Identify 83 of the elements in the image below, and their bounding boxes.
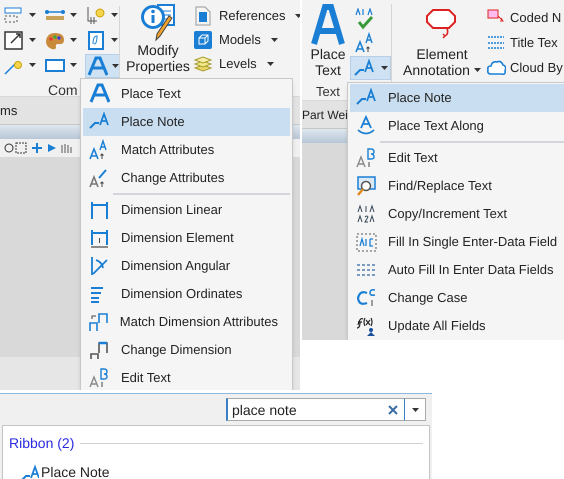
menu-item[interactable]: Place Note <box>83 108 290 136</box>
tab[interactable]: ms <box>0 100 18 124</box>
menu-item[interactable]: Edit Text <box>83 364 290 390</box>
result-item[interactable]: Place Note <box>3 462 110 479</box>
letter-arc-icon <box>355 115 377 137</box>
search-field[interactable]: place note <box>226 398 382 421</box>
leader-letter-icon <box>19 464 39 479</box>
caret-icon <box>112 64 119 68</box>
text-field-icon <box>355 231 377 253</box>
letters-icon <box>355 203 377 225</box>
letter-a-icon <box>311 4 345 46</box>
ribbon-button[interactable]: Title Tex <box>486 31 563 55</box>
menu-item[interactable]: Edit Text <box>350 144 564 172</box>
menu-item[interactable]: Match Attributes <box>83 136 290 164</box>
dimension-icon <box>88 227 110 249</box>
letters-icon <box>88 367 110 389</box>
text-style-dropdown[interactable] <box>85 54 120 78</box>
menu-item[interactable]: Place Text <box>83 80 290 108</box>
menu-item[interactable]: Dimension Linear <box>83 196 290 224</box>
modify-properties-button[interactable]: Modify Properties <box>122 2 194 78</box>
scale-icon <box>3 30 25 50</box>
dimension-icon <box>87 311 110 333</box>
dropdown-button[interactable] <box>404 398 426 421</box>
lightbulb-icon <box>85 4 107 26</box>
ribbon-button[interactable]: References <box>193 4 300 27</box>
layers-icon <box>193 54 213 74</box>
function-icon <box>355 315 377 337</box>
menu-item[interactable]: Place Note <box>350 84 564 112</box>
close-icon <box>388 404 398 414</box>
menu-item[interactable]: Place Text Along <box>350 112 564 140</box>
caret-icon <box>270 38 278 42</box>
magnifier-icon <box>355 175 377 197</box>
dimension-icon <box>88 199 110 221</box>
menu-item[interactable]: Change Dimension <box>83 336 290 364</box>
menu-item[interactable]: Copy/Increment Text <box>350 200 564 228</box>
letters-icon <box>355 147 377 169</box>
letters-icon <box>355 287 377 309</box>
group-label: Com <box>48 81 78 100</box>
caret-icon <box>70 13 77 17</box>
ribbon-button[interactable]: Cloud By <box>486 56 563 80</box>
menu-item[interactable]: Dimension Ordinates <box>83 280 290 308</box>
menu-item[interactable]: Fill In Single Enter-Data Field <box>350 228 564 256</box>
letter-a-icon <box>88 83 110 105</box>
ribbon-button[interactable]: Models <box>193 28 300 51</box>
menu-item[interactable]: Change Attributes <box>83 164 290 192</box>
menu-item[interactable]: Update All Fields <box>350 312 564 340</box>
caret-icon <box>412 408 418 412</box>
caret-icon <box>70 63 77 67</box>
caret-icon <box>29 38 36 42</box>
tab[interactable]: Part Wei <box>302 106 348 128</box>
spell-check-icon <box>354 8 376 30</box>
caret-icon <box>474 68 481 72</box>
menu-item[interactable]: Dimension Element <box>83 224 290 252</box>
group-header: Ribbon (2) <box>9 434 74 453</box>
menu-item[interactable]: Match Dimension Attributes <box>83 308 290 336</box>
menu-item[interactable]: Change Case <box>350 284 564 312</box>
clear-button[interactable] <box>382 398 404 421</box>
caret-icon <box>111 13 118 17</box>
group-label: Text <box>316 83 340 101</box>
cloud-icon <box>486 58 506 78</box>
place-text-button[interactable]: Place Text <box>306 4 350 78</box>
page-icon <box>193 6 213 26</box>
caret-icon <box>29 13 36 17</box>
cube-icon <box>193 30 213 50</box>
element-annotation-button[interactable]: Element Annotation <box>400 6 484 78</box>
ribbon-button[interactable]: Levels <box>193 52 300 75</box>
caret-icon <box>295 14 300 18</box>
dimension-icon <box>88 255 110 277</box>
ribbon-button[interactable]: Coded N <box>486 6 563 30</box>
menu-item[interactable]: Dimension Angular <box>83 252 290 280</box>
caret-icon <box>111 38 118 42</box>
note-dropdown[interactable] <box>350 56 391 80</box>
octagon-callout-icon <box>425 6 459 40</box>
dimension-icon <box>88 339 110 361</box>
caret-icon <box>266 62 274 66</box>
leader-letter-icon <box>353 58 375 78</box>
caret-icon <box>29 63 36 67</box>
letter-a-icon <box>86 56 108 76</box>
caret-icon <box>70 38 77 42</box>
menu-item[interactable]: Auto Fill In Enter Data Fields <box>350 256 564 284</box>
document-icon <box>85 30 107 50</box>
menu-item[interactable]: Find/Replace Text <box>350 172 564 200</box>
caret-icon <box>381 66 388 70</box>
